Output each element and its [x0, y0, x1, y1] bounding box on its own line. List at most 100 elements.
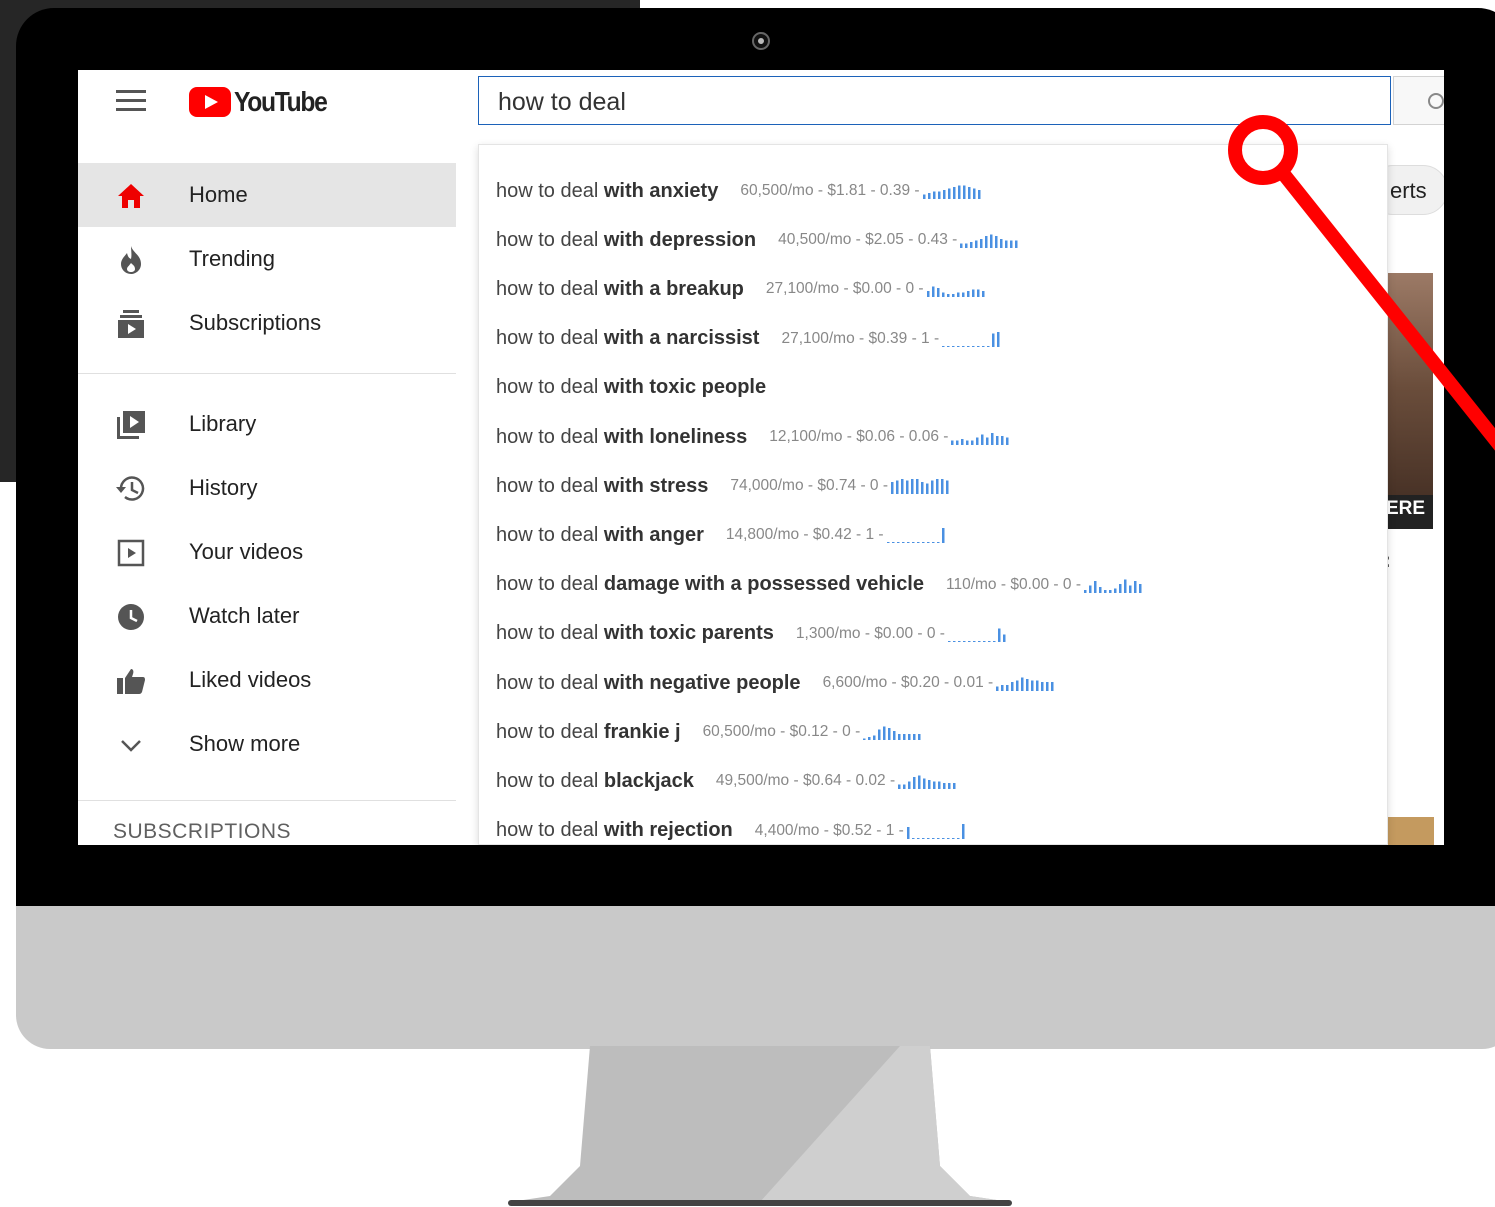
- trend-bar: [985, 236, 988, 249]
- sidebar-item-home[interactable]: Home: [78, 163, 456, 227]
- trend-bar: [916, 542, 920, 544]
- trend-bar: [886, 542, 890, 544]
- suggestion-text: how to deal with loneliness: [496, 426, 747, 449]
- trend-bar: [976, 437, 979, 445]
- video-thumbnail-2[interactable]: [1386, 817, 1434, 845]
- sidebar-item-your-videos[interactable]: Your videos: [78, 520, 456, 584]
- sidebar-item-history[interactable]: History: [78, 456, 456, 520]
- suggestion-item[interactable]: how to deal with anger 14,800/mo - $0.42 …: [496, 515, 947, 555]
- trend-bar: [921, 837, 925, 839]
- trend-bar: [946, 480, 949, 495]
- trend-bar: [995, 236, 998, 249]
- suggestion-completion: with stress: [598, 474, 709, 497]
- trend-bar: [1026, 679, 1029, 691]
- trend-bar: [996, 686, 999, 691]
- trend-sparkline: [942, 331, 1000, 347]
- keyword-stats: 27,100/mo - $0.00 - 0 -: [765, 280, 924, 298]
- trend-bar: [962, 640, 966, 642]
- sidebar-item-label: Home: [189, 182, 248, 207]
- trend-bar: [1093, 580, 1097, 593]
- trend-bar: [956, 292, 960, 298]
- suggestion-completion: damage with a possessed vehicle: [598, 573, 924, 596]
- suggestion-item[interactable]: how to deal frankie j 60,500/mo - $0.12 -…: [496, 712, 923, 752]
- trend-bar: [982, 345, 985, 347]
- trend-bar: [1138, 583, 1142, 593]
- trend-bar: [931, 837, 935, 839]
- trend-bar: [1118, 583, 1122, 593]
- trend-bar: [977, 345, 980, 347]
- sidebar-item-show-more[interactable]: Show more: [78, 712, 456, 776]
- suggestion-item[interactable]: how to deal with a breakup 27,100/mo - $0…: [496, 269, 987, 309]
- trend-sparkline: [960, 234, 1018, 249]
- trend-bar: [972, 345, 975, 347]
- trend-bar: [906, 480, 909, 495]
- trend-bar: [898, 784, 901, 790]
- trend-bar: [932, 191, 936, 199]
- suggestion-item[interactable]: how to deal with stress 74,000/mo - $0.74…: [496, 466, 951, 506]
- trend-bar: [891, 482, 894, 495]
- trend-bar: [990, 234, 993, 249]
- sidebar-item-subscriptions[interactable]: Subscriptions: [78, 291, 456, 355]
- trend-bar: [1000, 239, 1003, 249]
- trend-bar: [956, 837, 960, 839]
- trend-bar: [952, 640, 956, 642]
- trend-bar: [931, 542, 935, 544]
- trend-bar: [873, 735, 876, 741]
- suggestion-item[interactable]: how to deal with anxiety 60,500/mo - $1.8…: [496, 171, 983, 211]
- suggestion-prefix: how to deal: [496, 228, 599, 251]
- keyword-stats: 6,600/mo - $0.20 - 0.01 -: [822, 674, 994, 691]
- suggestion-prefix: how to deal: [496, 376, 599, 399]
- sidebar-item-trending[interactable]: Trending: [78, 227, 456, 291]
- trend-sparkline: [951, 433, 1009, 445]
- sidebar-item-liked-videos[interactable]: Liked videos: [78, 648, 456, 712]
- youtube-logo[interactable]: YouTube: [189, 86, 339, 118]
- suggestion-prefix: how to deal: [496, 720, 599, 743]
- trend-bar: [913, 734, 916, 741]
- trend-sparkline: [863, 726, 921, 741]
- suggestion-completion: with rejection: [598, 819, 733, 842]
- logo-text: YouTube: [234, 86, 328, 117]
- trend-bar: [927, 193, 931, 199]
- suggestion-text: how to deal with anxiety: [496, 180, 718, 203]
- suggestion-item[interactable]: how to deal with toxic people: [496, 368, 766, 408]
- history-icon: [114, 472, 148, 506]
- magnifier-annotation-icon: [1228, 115, 1495, 451]
- thumbs-up-icon: [114, 664, 148, 698]
- suggestion-completion: with toxic parents: [598, 622, 774, 645]
- suggestion-item[interactable]: how to deal with negative people 6,600/mo…: [496, 663, 1056, 703]
- trend-bar: [942, 190, 946, 199]
- sidebar-item-watch-later[interactable]: Watch later: [78, 584, 456, 648]
- trend-bar: [960, 243, 963, 249]
- trend-bar: [956, 440, 959, 445]
- trend-sparkline: [926, 286, 985, 298]
- suggestion-item[interactable]: how to deal blackjack 49,500/mo - $0.64 -…: [496, 761, 958, 801]
- suggestion-item[interactable]: how to deal damage with a possessed vehi…: [496, 565, 1144, 605]
- suggestion-item[interactable]: how to deal with rejection 4,400/mo - $0.…: [496, 811, 967, 845]
- trend-bar: [941, 292, 945, 298]
- suggestion-completion: with toxic people: [598, 376, 767, 399]
- suggestion-item[interactable]: how to deal with loneliness 12,100/mo - $…: [496, 417, 1011, 457]
- suggestion-prefix: how to deal: [496, 179, 599, 202]
- hamburger-menu-icon[interactable]: [116, 90, 146, 112]
- trend-bar: [941, 479, 944, 495]
- suggestion-completion: with a breakup: [598, 277, 744, 300]
- trend-bar: [1001, 436, 1004, 445]
- suggestion-prefix: how to deal: [496, 573, 599, 596]
- sidebar-divider: [78, 800, 456, 801]
- suggestion-text: how to deal frankie j: [496, 721, 681, 744]
- keyword-stats: 60,500/mo - $1.81 - 0.39 -: [740, 182, 920, 199]
- trend-bar: [947, 188, 951, 199]
- trend-bar: [962, 185, 966, 199]
- keyword-stats: 110/mo - $0.00 - 0 -: [946, 575, 1081, 593]
- trend-bar: [1108, 589, 1112, 593]
- suggestion-item[interactable]: how to deal with a narcissist 27,100/mo -…: [496, 319, 1002, 359]
- trend-bar: [1031, 680, 1034, 691]
- trend-bar: [1006, 437, 1009, 445]
- trend-bar: [1051, 682, 1054, 691]
- trend-bar: [1015, 240, 1018, 249]
- suggestion-item[interactable]: how to deal with depression 40,500/mo - $…: [496, 220, 1020, 260]
- trend-bar: [948, 783, 951, 790]
- sidebar-item-library[interactable]: Library: [78, 392, 456, 456]
- trend-bar: [1001, 685, 1004, 691]
- suggestion-item[interactable]: how to deal with toxic parents 1,300/mo -…: [496, 614, 1008, 654]
